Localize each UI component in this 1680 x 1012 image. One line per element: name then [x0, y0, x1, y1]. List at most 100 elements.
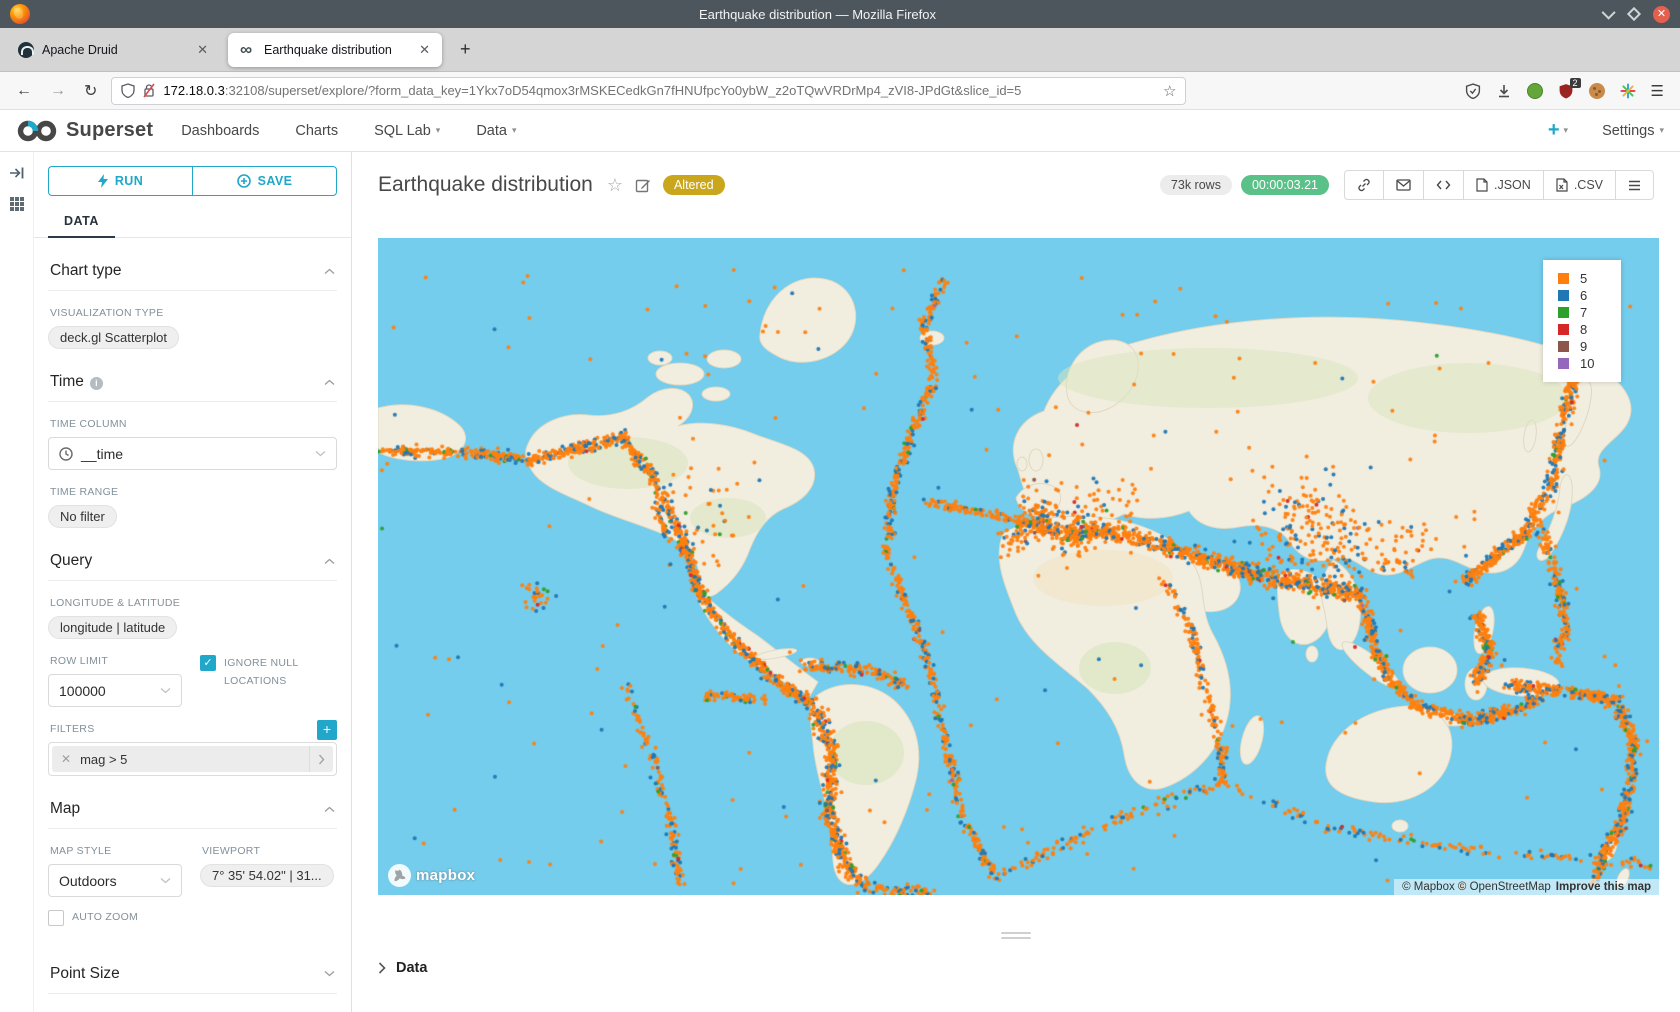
chart-menu-button[interactable]	[1615, 171, 1653, 199]
permissions-shield-icon[interactable]	[1465, 83, 1481, 99]
time-column-select[interactable]: __time	[48, 437, 337, 470]
copy-link-button[interactable]	[1345, 171, 1383, 199]
window-titlebar: Earthquake distribution — Mozilla Firefo…	[0, 0, 1680, 28]
section-title: Map	[50, 800, 80, 818]
window-maximize-icon[interactable]	[1627, 7, 1641, 21]
row-limit-select[interactable]: 100000	[48, 674, 182, 707]
tab-data[interactable]: DATA	[48, 208, 115, 238]
download-icon[interactable]	[1496, 83, 1512, 99]
browser-window: Earthquake distribution — Mozilla Firefo…	[0, 0, 1680, 1012]
new-tab-button[interactable]: +	[454, 39, 477, 60]
mapbox-logo[interactable]: mapbox	[388, 864, 475, 887]
ublock-icon[interactable]: 2	[1558, 83, 1574, 99]
chevron-up-icon	[324, 268, 335, 275]
splitter-handle[interactable]	[1001, 929, 1031, 942]
map-legend-items: 5678910	[1558, 270, 1615, 372]
tab-close-icon[interactable]: ✕	[417, 42, 432, 58]
superset-navbar: Superset Dashboards Charts SQL Lab▾ Data…	[0, 110, 1680, 152]
time-range-value[interactable]: No filter	[48, 505, 117, 528]
filter-item[interactable]: ✕ mag > 5	[52, 746, 333, 772]
legend-item[interactable]: 8	[1558, 321, 1615, 338]
nav-sql-lab[interactable]: SQL Lab▾	[374, 123, 440, 139]
expand-filter-icon[interactable]	[309, 746, 333, 772]
code-icon	[1436, 179, 1451, 191]
bookmark-star-icon[interactable]: ☆	[1163, 82, 1176, 100]
new-chart-button[interactable]: +▾	[1548, 119, 1568, 142]
deckgl-map[interactable]: 5678910 mapbox © Mapbox © OpenStreetMap I…	[378, 238, 1659, 895]
lonlat-value[interactable]: longitude | latitude	[48, 616, 177, 639]
row-count-badge: 73k rows	[1160, 175, 1232, 195]
section-time[interactable]: Timei	[48, 349, 337, 402]
nav-settings[interactable]: Settings▾	[1602, 123, 1664, 139]
window-close-button[interactable]: ✕	[1653, 6, 1670, 23]
tab-label: Apache Druid	[42, 43, 187, 57]
back-button[interactable]: ←	[12, 82, 36, 100]
dataset-grid-icon[interactable]	[9, 196, 25, 212]
superset-infinity-icon	[16, 118, 58, 144]
chevron-up-icon	[324, 379, 335, 386]
map-style-select[interactable]: Outdoors	[48, 864, 182, 897]
legend-item[interactable]: 5	[1558, 270, 1615, 287]
url-field[interactable]: 172.18.0.3:32108/superset/explore/?form_…	[111, 77, 1186, 105]
email-button[interactable]	[1383, 171, 1423, 199]
section-title: Query	[50, 552, 92, 570]
brand-name: Superset	[66, 119, 153, 142]
legend-item[interactable]: 7	[1558, 304, 1615, 321]
forward-button[interactable]: →	[46, 82, 70, 100]
section-chart-type[interactable]: Chart type	[48, 238, 337, 291]
section-query[interactable]: Query	[48, 528, 337, 581]
nav-data[interactable]: Data▾	[476, 123, 516, 139]
auto-zoom-checkbox[interactable]	[48, 910, 64, 926]
section-map[interactable]: Map	[48, 776, 337, 829]
chevron-down-icon	[160, 687, 171, 694]
tab-apache-druid[interactable]: Apache Druid ✕	[6, 33, 220, 67]
chevron-down-icon: ▾	[1564, 125, 1569, 136]
viewport-value[interactable]: 7° 35' 54.02" | 31...	[200, 864, 334, 887]
cookie-icon[interactable]	[1589, 83, 1605, 99]
legend-item[interactable]: 10	[1558, 355, 1615, 372]
superset-logo[interactable]: Superset	[16, 118, 153, 144]
tab-close-icon[interactable]: ✕	[195, 42, 210, 58]
results-panel-header[interactable]: Data	[378, 960, 1654, 976]
legend-item[interactable]: 9	[1558, 338, 1615, 355]
nav-dashboards[interactable]: Dashboards	[181, 123, 259, 139]
nav-charts[interactable]: Charts	[295, 123, 338, 139]
run-button[interactable]: RUN	[48, 166, 192, 196]
reload-button[interactable]: ↻	[80, 81, 101, 101]
superset-favicon: ∞	[240, 42, 256, 58]
tab-earthquake-distribution[interactable]: ∞ Earthquake distribution ✕	[228, 33, 442, 67]
chevron-down-icon: ▾	[436, 125, 441, 136]
export-csv-button[interactable]: .CSV	[1543, 171, 1615, 199]
viz-type-value[interactable]: deck.gl Scatterplot	[48, 326, 179, 349]
menu-icon[interactable]: ☰	[1651, 82, 1664, 100]
mapbox-wordmark: mapbox	[416, 867, 475, 884]
favorite-star-icon[interactable]: ☆	[607, 175, 623, 196]
ignore-null-checkbox[interactable]: ✓	[200, 655, 216, 671]
auto-zoom-label: AUTO ZOOM	[72, 909, 138, 927]
insecure-lock-icon[interactable]	[142, 83, 156, 98]
export-json-button[interactable]: .JSON	[1463, 171, 1543, 199]
url-text[interactable]: 172.18.0.3:32108/superset/explore/?form_…	[163, 83, 1156, 98]
legend-label: 7	[1580, 305, 1587, 320]
legend-label: 9	[1580, 339, 1587, 354]
collapse-panel-icon[interactable]	[9, 166, 25, 180]
results-panel: Data	[352, 952, 1680, 984]
shield-icon[interactable]	[121, 83, 135, 98]
info-icon: i	[90, 377, 103, 390]
legend-item[interactable]: 6	[1558, 287, 1615, 304]
section-point-size[interactable]: Point Size	[48, 941, 337, 994]
embed-code-button[interactable]	[1423, 171, 1463, 199]
extension-star-icon[interactable]	[1620, 83, 1636, 99]
remove-filter-icon[interactable]: ✕	[52, 752, 80, 766]
improve-map-link[interactable]: Improve this map	[1556, 881, 1651, 893]
attribution-text[interactable]: © Mapbox © OpenStreetMap	[1402, 881, 1551, 893]
chart-header: Earthquake distribution ☆ Altered 73k ro…	[352, 170, 1680, 200]
save-button[interactable]: SAVE	[192, 166, 337, 196]
url-path: :32108/superset/explore/?form_data_key=1…	[225, 83, 1022, 98]
add-filter-button[interactable]: +	[317, 720, 337, 740]
edit-properties-icon[interactable]	[635, 177, 651, 193]
chevron-up-icon	[324, 806, 335, 813]
url-host: 172.18.0.3	[163, 83, 224, 98]
map-style-value: Outdoors	[59, 873, 117, 889]
privacy-badger-icon[interactable]	[1527, 83, 1543, 99]
